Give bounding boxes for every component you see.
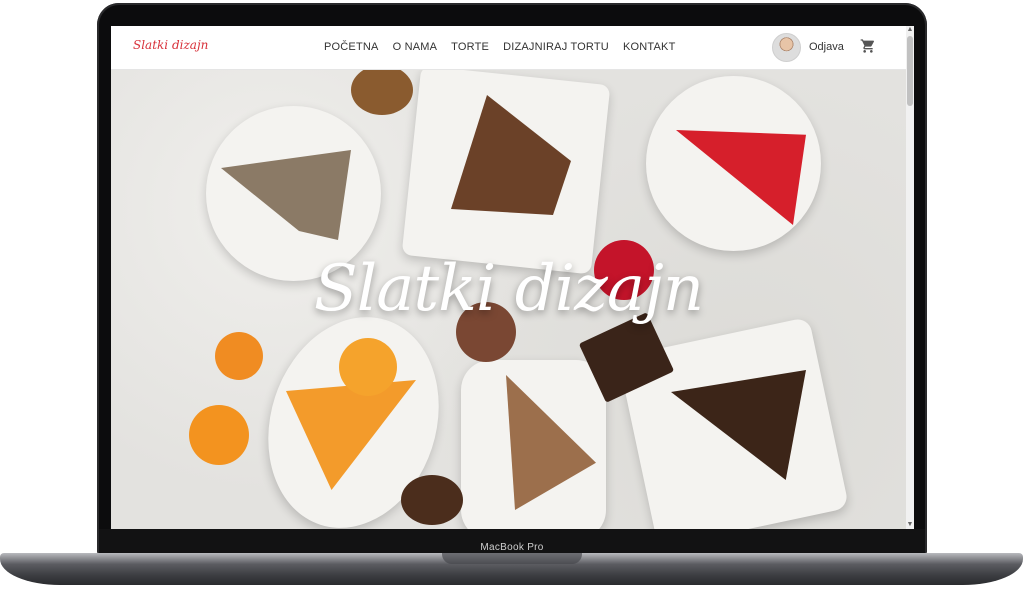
mandarin-3: [339, 338, 397, 396]
browser-viewport: Slatki dizajn POČETNA O NAMA TORTE DIZAJ…: [111, 26, 914, 529]
nav-link-about[interactable]: O NAMA: [393, 41, 438, 53]
main-nav: POČETNA O NAMA TORTE DIZAJNIRAJ TORTU KO…: [324, 41, 690, 53]
hero-title: Slatki dizajn: [313, 252, 704, 326]
mandarin-2: [189, 405, 249, 465]
user-avatar[interactable]: [772, 33, 801, 62]
hero-banner: Slatki dizajn: [111, 70, 906, 529]
scroll-down-arrow-icon[interactable]: ▼: [906, 521, 914, 529]
coffee-bean-bowl: [401, 475, 463, 525]
scroll-up-arrow-icon[interactable]: ▲: [906, 26, 914, 34]
walnut-bowl: [351, 70, 413, 115]
scrollbar[interactable]: ▲ ▼: [906, 26, 914, 529]
logout-link[interactable]: Odjava: [809, 41, 844, 53]
device-label: MacBook Pro: [480, 541, 544, 553]
navbar: Slatki dizajn POČETNA O NAMA TORTE DIZAJ…: [111, 26, 906, 70]
laptop-bezel-label: MacBook Pro: [99, 529, 925, 555]
mandarin-1: [215, 332, 263, 380]
shopping-cart-icon[interactable]: [860, 38, 876, 54]
site-logo[interactable]: Slatki dizajn: [133, 38, 208, 52]
nav-link-home[interactable]: POČETNA: [324, 41, 379, 53]
laptop-notch: [442, 553, 582, 564]
scrollbar-thumb[interactable]: [907, 36, 913, 106]
nav-link-cakes[interactable]: TORTE: [451, 41, 489, 53]
nav-link-design-cake[interactable]: DIZAJNIRAJ TORTU: [503, 41, 609, 53]
nav-link-contact[interactable]: KONTAKT: [623, 41, 676, 53]
